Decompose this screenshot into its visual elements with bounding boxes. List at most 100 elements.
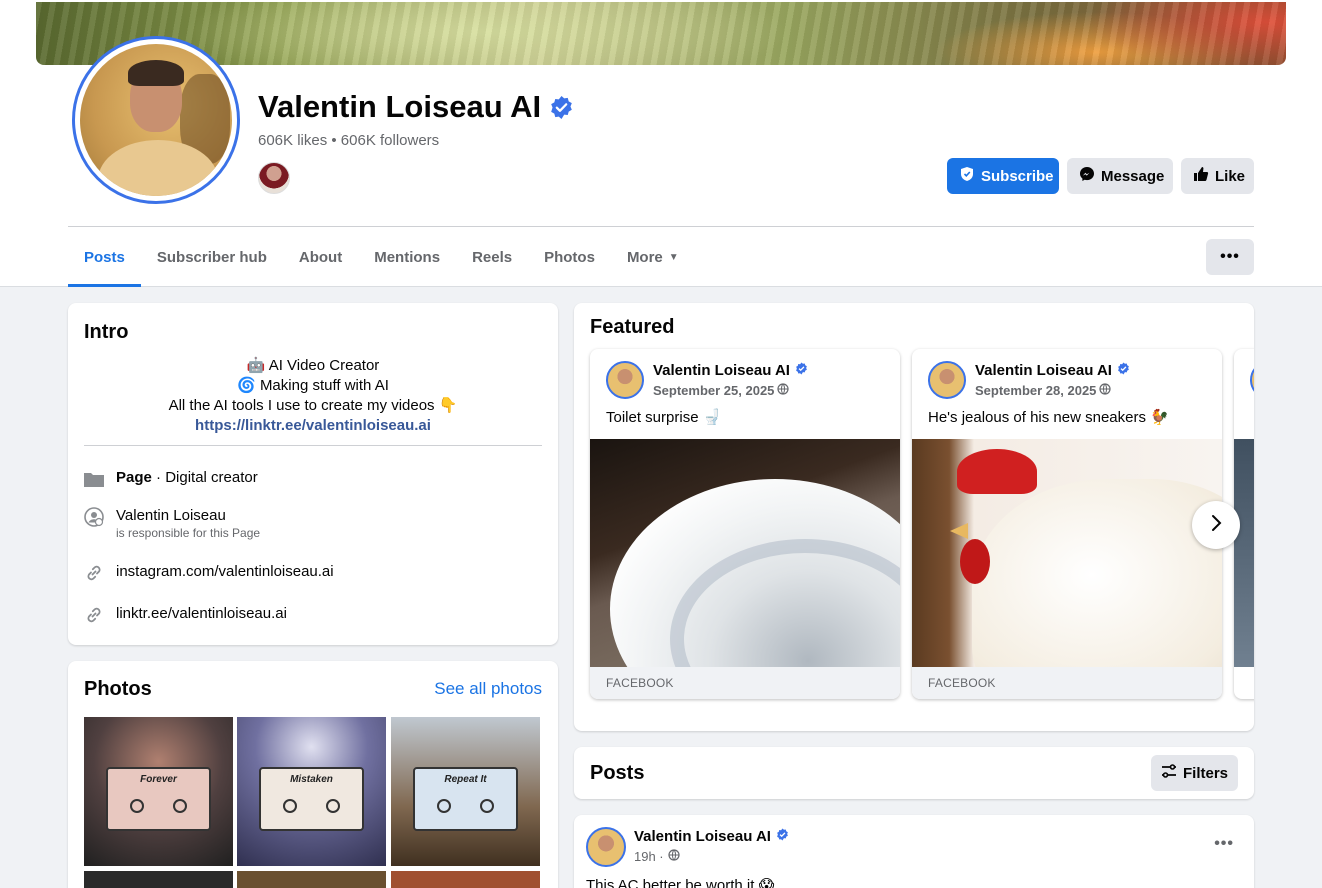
post-meta[interactable]: 19h ·: [634, 849, 680, 864]
featured-source: FACEBOOK: [590, 667, 900, 699]
photo-thumbnail[interactable]: Forever: [84, 717, 233, 866]
post-text: This AC better be worth it 😱: [586, 877, 775, 888]
featured-text: He's jealous of his new sneakers 🐓: [928, 409, 1169, 426]
instagram-row[interactable]: instagram.com/valentinloiseau.ai: [84, 563, 334, 583]
cassette-reel: [173, 799, 187, 813]
globe-icon: [777, 383, 790, 398]
photo-thumbnail[interactable]: Mistaken: [237, 717, 386, 866]
tab-subscriber-hub-label: Subscriber hub: [156, 248, 267, 266]
bio-line: 🤖 AI Video Creator: [246, 357, 380, 374]
filters-label: Filters: [1182, 764, 1228, 782]
featured-date[interactable]: September 25, 2025: [653, 383, 790, 398]
more-options-button[interactable]: •••: [1206, 239, 1254, 275]
featured-image-toilet[interactable]: [590, 439, 900, 667]
photo-thumbnail[interactable]: [237, 871, 386, 888]
post-author[interactable]: Valentin Loiseau AI: [634, 828, 789, 845]
avatar-hair: [128, 60, 184, 86]
featured-author-name: Valentin Loiseau AI: [653, 362, 790, 379]
cover-photo[interactable]: [36, 2, 1286, 65]
instagram-link[interactable]: instagram.com/valentinloiseau.ai: [116, 563, 334, 580]
featured-date-text: September 28, 2025: [975, 383, 1097, 398]
tab-photos[interactable]: Photos: [528, 227, 611, 287]
intro-title: Intro: [84, 321, 129, 343]
author-avatar[interactable]: [586, 827, 626, 867]
message-button[interactable]: Message: [1067, 158, 1173, 194]
featured-post[interactable]: Valentin Loiseau AI September 28, 2025 H…: [912, 349, 1222, 699]
post-options-button[interactable]: •••: [1214, 835, 1234, 853]
responsible-text: Valentin Loiseau is responsible for this…: [116, 507, 260, 540]
message-label: Message: [1101, 167, 1165, 185]
author-avatar[interactable]: [928, 361, 966, 399]
tab-mentions[interactable]: Mentions: [358, 227, 456, 287]
sliders-icon: [1161, 764, 1177, 782]
bio-link[interactable]: https://linktr.ee/valentinloiseau.ai: [195, 417, 431, 434]
tab-subscriber-hub[interactable]: Subscriber hub: [141, 227, 283, 287]
posts-title: Posts: [590, 762, 645, 784]
featured-author[interactable]: Valentin Loiseau AI: [975, 362, 1130, 379]
like-button[interactable]: Like: [1181, 158, 1254, 194]
rooster-body: [972, 479, 1222, 667]
linktree-row[interactable]: linktr.ee/valentinloiseau.ai: [84, 605, 287, 625]
post-card: Valentin Loiseau AI 19h · ••• This AC be…: [574, 815, 1254, 888]
responsible-name[interactable]: Valentin Loiseau: [116, 507, 260, 524]
globe-icon: [668, 849, 680, 864]
verified-badge-icon: [795, 362, 808, 379]
cassette-reel: [326, 799, 340, 813]
intro-card: Intro 🤖 AI Video Creator 🌀 Making stuff …: [68, 303, 558, 645]
posts-header-card: Posts Filters: [574, 747, 1254, 799]
photos-card: Photos See all photos Forever Mistaken R…: [68, 661, 558, 888]
profile-picture[interactable]: [72, 36, 240, 204]
page-type-label: Page: [116, 469, 152, 486]
tab-about-label: About: [298, 248, 343, 266]
tab-more[interactable]: More ▼: [611, 227, 695, 287]
responsible-sub: is responsible for this Page: [116, 526, 261, 540]
page-type-value: · Digital creator: [151, 469, 258, 486]
rooster-wattle: [960, 539, 990, 584]
page-type-text: Page · Digital creator: [116, 469, 258, 486]
subscribe-label: Subscribe: [981, 167, 1054, 185]
like-label: Like: [1215, 167, 1246, 185]
photo-thumbnail[interactable]: [391, 871, 540, 888]
page-type-row: Page · Digital creator: [84, 469, 258, 489]
tab-mentions-label: Mentions: [374, 248, 441, 266]
chevron-right-icon: [1209, 514, 1223, 537]
likes-followers-count[interactable]: 606K likes • 606K followers: [258, 132, 439, 149]
intro-bio: 🤖 AI Video Creator 🌀 Making stuff with A…: [84, 356, 542, 436]
cassette-reel: [437, 799, 451, 813]
featured-image-rooster[interactable]: [912, 439, 1222, 667]
tab-posts-label: Posts: [84, 248, 125, 266]
thumbs-up-icon: [1193, 166, 1209, 186]
author-avatar[interactable]: [606, 361, 644, 399]
post-time: 19h ·: [634, 849, 664, 864]
featured-post[interactable]: Valentin Loiseau AI September 25, 2025 T…: [590, 349, 900, 699]
cassette-label: Mistaken: [290, 774, 333, 785]
page-title: Valentin Loiseau AI: [258, 89, 574, 125]
verified-badge-icon: [1117, 362, 1130, 379]
carousel-next-button[interactable]: [1192, 501, 1240, 549]
subscribe-button[interactable]: Subscribe: [947, 158, 1059, 194]
globe-icon: [1099, 383, 1112, 398]
author-avatar[interactable]: [1250, 361, 1254, 399]
photo-thumbnail[interactable]: Repeat It: [391, 717, 540, 866]
verified-badge-icon[interactable]: [549, 95, 574, 120]
featured-author[interactable]: Valentin Loiseau AI: [653, 362, 808, 379]
featured-image-partial[interactable]: [1234, 439, 1254, 667]
post-author-name: Valentin Loiseau AI: [634, 828, 771, 845]
featured-card: Featured Valentin Loiseau AI September 2…: [574, 303, 1254, 731]
caret-down-icon: ▼: [668, 251, 679, 263]
tab-about[interactable]: About: [283, 227, 358, 287]
photo-thumbnail[interactable]: [84, 871, 233, 888]
messenger-icon: [1079, 166, 1095, 186]
user-check-icon: [84, 507, 104, 527]
tab-posts[interactable]: Posts: [68, 227, 141, 287]
filters-button[interactable]: Filters: [1151, 755, 1238, 791]
follower-avatar[interactable]: [258, 162, 290, 194]
featured-date[interactable]: September 28, 2025: [975, 383, 1112, 398]
profile-tabs: Posts Subscriber hub About Mentions Reel…: [68, 227, 695, 287]
see-all-photos-link[interactable]: See all photos: [434, 679, 542, 699]
linktree-link[interactable]: linktr.ee/valentinloiseau.ai: [116, 605, 287, 622]
tab-reels[interactable]: Reels: [456, 227, 528, 287]
featured-source: FACEBOOK: [912, 667, 1222, 699]
cassette-reel: [130, 799, 144, 813]
cassette-reel: [480, 799, 494, 813]
